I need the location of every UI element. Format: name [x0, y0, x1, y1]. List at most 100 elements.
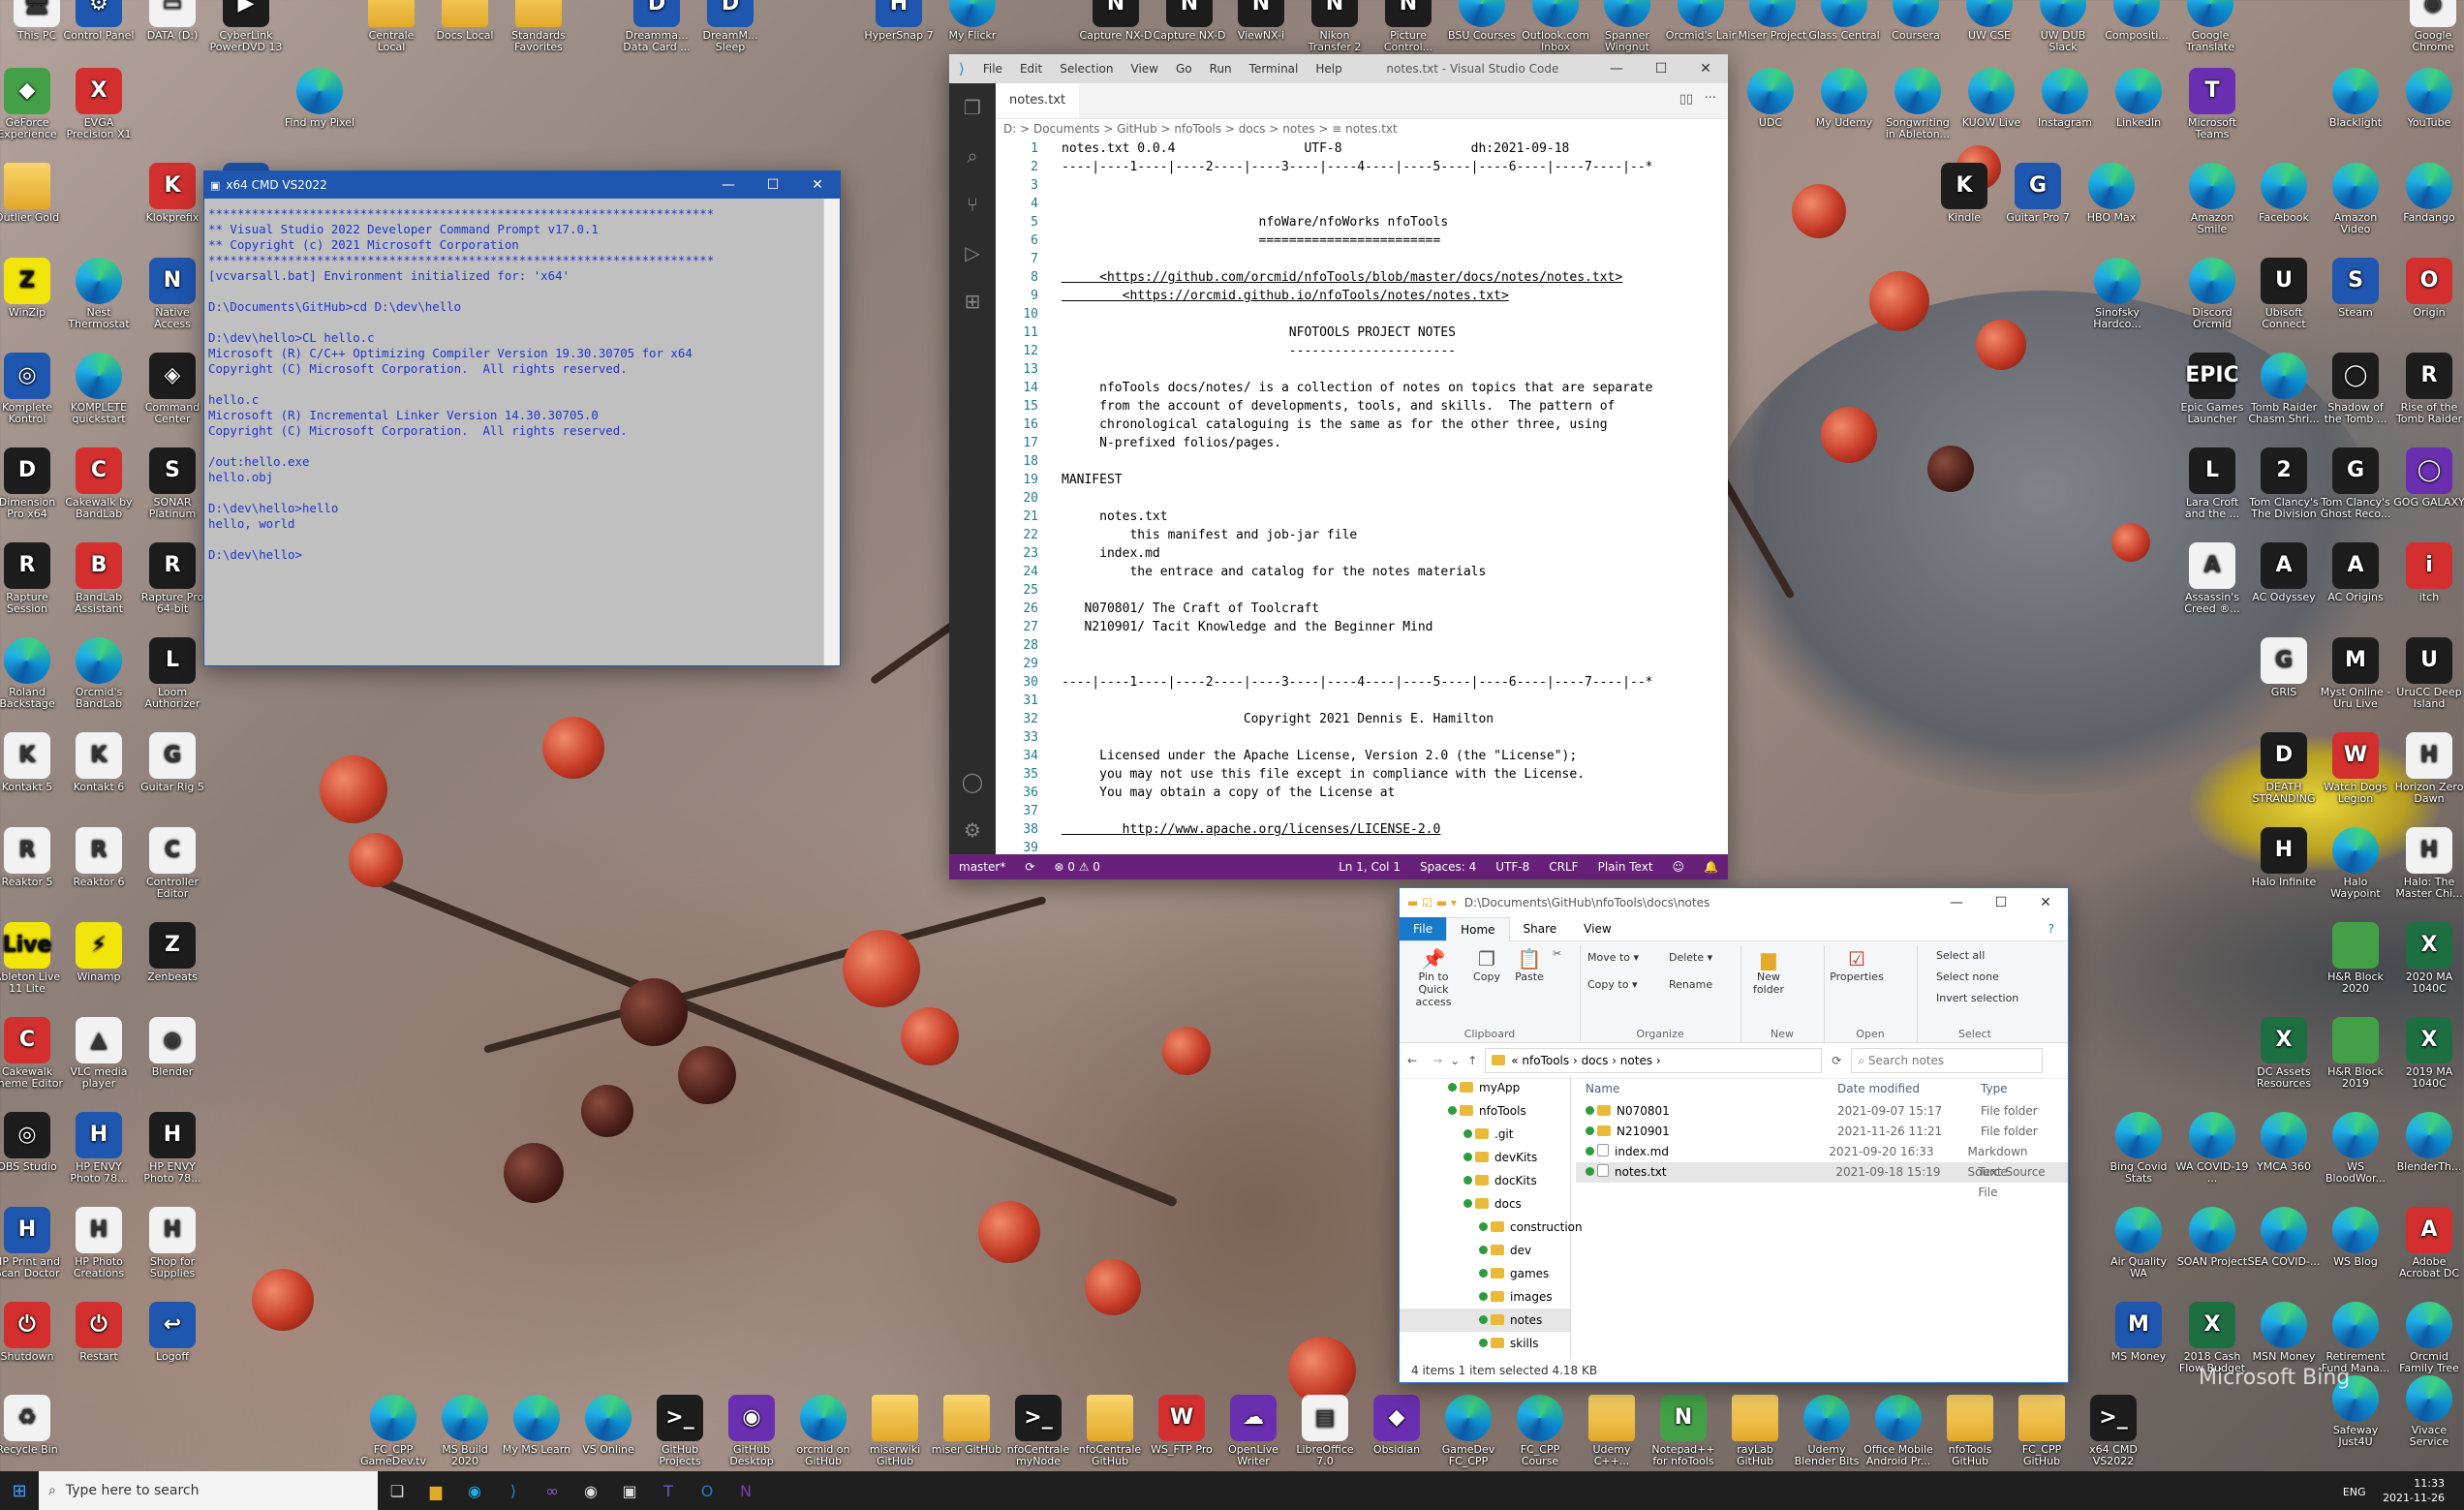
sync-icon[interactable]: ⟳	[1025, 860, 1034, 874]
cut-icon[interactable]: ✂	[1553, 947, 1561, 960]
menu-edit[interactable]: Edit	[1020, 62, 1042, 76]
desktop-icon-tom-clancy-s-the-division[interactable]: 2 Tom Clancy's The Division	[2247, 447, 2321, 520]
desktop-icon-fc-cpp-gamedev-tv[interactable]: FC_CPP GameDev.tv	[356, 1395, 430, 1467]
desktop-icon-rapture-pro-64-bit[interactable]: R Rapture Pro 64-bit	[136, 542, 209, 615]
desktop-icon-2019-ma-1040c[interactable]: X 2019 MA 1040C	[2392, 1017, 2464, 1090]
code-line[interactable]: 35 you may not use this file except in c…	[996, 765, 1709, 784]
maximize-button[interactable]: ☐	[1979, 895, 2023, 910]
desktop-icon-find-my-pixel[interactable]: Find my Pixel	[283, 68, 356, 129]
code-line[interactable]: 4	[996, 195, 1709, 213]
desktop-icon-youtube[interactable]: YouTube	[2392, 68, 2464, 129]
split-editor-icon[interactable]: ▯▯	[1679, 92, 1693, 107]
desktop-icon-hp-print-and-scan-doctor[interactable]: H HP Print and Scan Doctor	[0, 1207, 64, 1279]
cmd-taskbar-icon[interactable]: ▣	[610, 1471, 649, 1510]
copy-button[interactable]: ❐ Copy	[1467, 947, 1506, 983]
search-box[interactable]: ⌕ Search notes	[1851, 1048, 2044, 1073]
desktop-icon-guitar-pro-7[interactable]: G Guitar Pro 7	[2001, 163, 2075, 224]
explorer-icon[interactable]: ❐	[949, 83, 996, 132]
desktop-icon-facebook[interactable]: Facebook	[2247, 163, 2321, 224]
desktop-icon-amazon-video[interactable]: Amazon Video	[2319, 163, 2392, 235]
menu-run[interactable]: Run	[1210, 62, 1232, 76]
code-line[interactable]: 32 Copyright 2021 Dennis E. Hamilton	[996, 710, 1709, 728]
explorer-titlebar[interactable]: ▬ ☑ ▬ ▾ D:\Documents\GitHub\nfoTools\doc…	[1400, 888, 2068, 917]
menu-terminal[interactable]: Terminal	[1249, 62, 1299, 76]
desktop-icon-death-stranding[interactable]: D DEATH STRANDING	[2247, 732, 2321, 805]
code-line[interactable]: 34 Licensed under the Apache License, Ve…	[996, 747, 1709, 765]
quick-access-toolbar[interactable]: ▬ ☑ ▬ ▾	[1407, 896, 1457, 909]
desktop-icon-controller-editor[interactable]: C Controller Editor	[136, 827, 209, 900]
desktop-icon-wa-covid-19[interactable]: WA COVID-19 ...	[2175, 1112, 2249, 1185]
nav-item-git[interactable]: .git	[1400, 1123, 1570, 1146]
desktop-icon-msn-money[interactable]: MSN Money	[2247, 1302, 2321, 1363]
menu-file[interactable]: File	[983, 62, 1002, 76]
desktop-icon-orcmid-on-github[interactable]: orcmid on GitHub	[786, 1395, 860, 1467]
cursor-position[interactable]: Ln 1, Col 1	[1339, 860, 1401, 874]
code-line[interactable]: 16 chronological cataloguing is the same…	[996, 416, 1709, 434]
new-folder-button[interactable]: ▆ New folder	[1744, 947, 1793, 996]
select-none-button[interactable]: Select none	[1936, 971, 1999, 983]
properties-button[interactable]: ☑ Properties	[1828, 947, 1886, 983]
desktop-icon-komplete-kontrol[interactable]: ◎ Komplete Kontrol	[0, 353, 64, 425]
desktop-icon-2020-ma-1040c[interactable]: X 2020 MA 1040C	[2392, 922, 2464, 995]
code-line[interactable]: 1 notes.txt 0.0.4 UTF-8 dh:2021-09-18	[996, 139, 1709, 158]
desktop-icon-evga-precision-x1[interactable]: X EVGA Precision X1	[62, 68, 136, 140]
feedback-icon[interactable]: ☺	[1673, 860, 1685, 874]
close-button[interactable]: ✕	[795, 177, 840, 193]
menu-view[interactable]: View	[1131, 62, 1158, 76]
desktop-icon-rise-of-the-tomb-raider[interactable]: R Rise of the Tomb Raider	[2392, 353, 2464, 425]
close-button[interactable]: ✕	[1683, 61, 1728, 77]
notifications-bell-icon[interactable]: 🔔	[1704, 860, 1718, 874]
desktop-icon-hypersnap-7[interactable]: H HyperSnap 7	[862, 0, 936, 42]
desktop-icon-epic-games-launcher[interactable]: EPIC Epic Games Launcher	[2175, 353, 2249, 425]
refresh-icon[interactable]: ⟳	[1832, 1054, 1841, 1067]
desktop-icon-miserwiki-github[interactable]: miserwiki GitHub	[858, 1395, 932, 1467]
desktop-icon-sea-covid[interactable]: SEA COVID-...	[2247, 1207, 2321, 1268]
settings-gear-icon[interactable]: ⚙	[949, 806, 996, 854]
desktop-icon-ac-origins[interactable]: A AC Origins	[2319, 542, 2392, 603]
code-line[interactable]: 25	[996, 581, 1709, 600]
code-line[interactable]: 11 NFOTOOLS PROJECT NOTES	[996, 324, 1709, 342]
desktop-icon-miser-github[interactable]: miser GitHub	[930, 1395, 1003, 1456]
code-line[interactable]: 14 nfoTools docs/notes/ is a collection …	[996, 379, 1709, 397]
desktop-icon-loom-authorizer[interactable]: L Loom Authorizer	[136, 637, 209, 710]
desktop-icon-centrale-local[interactable]: Centrale Local	[354, 0, 428, 53]
column-date[interactable]: Date modified	[1837, 1076, 1981, 1101]
desktop-icon-blender[interactable]: ◉ Blender	[136, 1017, 209, 1078]
desktop-icon-kontakt-6[interactable]: K Kontakt 6	[62, 732, 136, 793]
cmd-window[interactable]: ▣ x64 CMD VS2022 — ☐ ✕ *****************…	[203, 170, 841, 666]
menu-help[interactable]: Help	[1315, 62, 1341, 76]
desktop-icon-libreoffice-7-0[interactable]: ▤ LibreOffice 7.0	[1288, 1395, 1362, 1467]
maximize-button[interactable]: ☐	[751, 177, 795, 193]
nav-item-games[interactable]: games	[1400, 1262, 1570, 1285]
code-line[interactable]: 29	[996, 655, 1709, 673]
desktop-icon-air-quality-wa[interactable]: Air Quality WA	[2102, 1207, 2175, 1279]
desktop-icon-obsidian[interactable]: ◆ Obsidian	[1360, 1395, 1433, 1456]
desktop-icon-geforce-experience[interactable]: ◆ GeForce Experience	[0, 68, 64, 140]
desktop-icon-guitar-rig-5[interactable]: G Guitar Rig 5	[136, 732, 209, 793]
close-button[interactable]: ✕	[2023, 895, 2068, 910]
desktop-icon-reaktor-6[interactable]: R Reaktor 6	[62, 827, 136, 888]
desktop-icon-github-desktop[interactable]: ◉ GitHub Desktop	[715, 1395, 788, 1467]
column-type[interactable]: Type	[1981, 1076, 2008, 1101]
code-line[interactable]: 21 notes.txt	[996, 508, 1709, 526]
desktop-icon-sonar-platinum[interactable]: S SONAR Platinum	[136, 447, 209, 520]
file-row[interactable]: notes.txt 2021-09-18 15:19 Text Source Fil…	[1576, 1162, 2068, 1199]
file-explorer-taskbar-icon[interactable]: ▆	[416, 1471, 455, 1510]
vscode-titlebar[interactable]: ⟩ File Edit Selection View Go Run Terminal Help…	[949, 54, 1728, 83]
code-line[interactable]: 2 ----|----1----|----2----|----3----|----…	[996, 158, 1709, 176]
vs-taskbar-icon[interactable]: ∞	[533, 1471, 571, 1510]
code-line[interactable]: 24 the entrace and catalog for the notes…	[996, 563, 1709, 581]
nav-item-construction[interactable]: construction	[1400, 1216, 1583, 1239]
code-line[interactable]: 26 N070801/ The Craft of Toolcraft	[996, 600, 1709, 618]
extensions-icon[interactable]: ⊞	[949, 277, 996, 325]
desktop-icon-halo-infinite[interactable]: H Halo Infinite	[2247, 827, 2321, 888]
desktop-icon-kindle[interactable]: K Kindle	[1927, 163, 2001, 224]
code-line[interactable]: 12 ----------------------	[996, 342, 1709, 360]
desktop-icon-standards-favorites[interactable]: Standards Favorites	[502, 0, 575, 53]
desktop-icon-nikon-transfer-2[interactable]: N Nikon Transfer 2	[1298, 0, 1371, 53]
desktop-icon-outlier-gold[interactable]: Outlier Gold	[0, 163, 64, 224]
desktop-icon-obs-studio[interactable]: ◎ OBS Studio	[0, 1112, 64, 1173]
desktop-icon-google-translate[interactable]: Google Translate	[2173, 0, 2247, 53]
clock-time[interactable]: 11:33	[2383, 1476, 2445, 1491]
nav-item-dockits[interactable]: docKits	[1400, 1169, 1570, 1192]
